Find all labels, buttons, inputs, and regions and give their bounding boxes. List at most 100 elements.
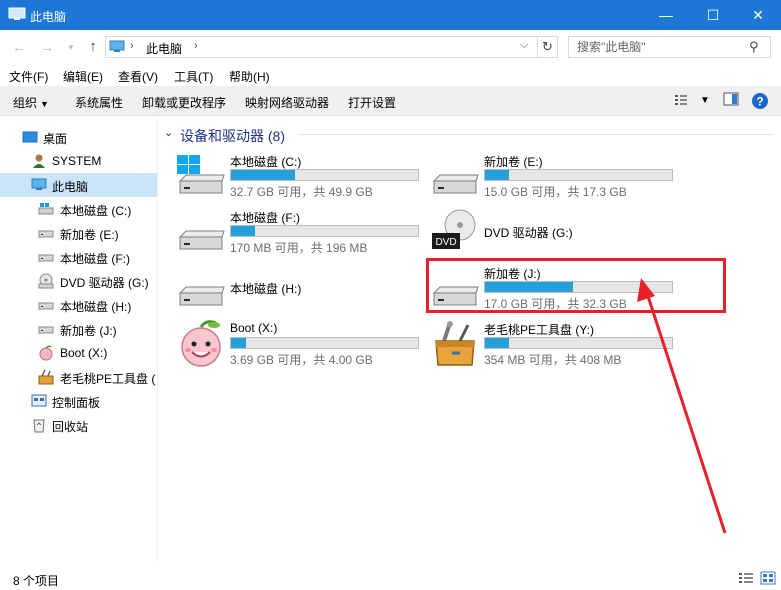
drive-tile-x[interactable]: Boot (X:) 3.69 GB 可用，共 4.00 GB	[176, 319, 426, 369]
more-options-chevron-icon[interactable]: ▼	[698, 92, 712, 110]
sidebar-item-label: 此电脑	[52, 180, 89, 194]
windows-drive-icon	[38, 203, 54, 215]
help-icon[interactable]: ?	[750, 92, 770, 110]
annotation-highlight-box	[426, 258, 726, 313]
computer-icon	[31, 178, 47, 190]
computer-icon	[8, 7, 26, 20]
menu-view[interactable]: 查看(V)	[118, 68, 158, 85]
forward-arrow-icon[interactable]: →	[38, 38, 56, 56]
up-arrow-icon[interactable]: ↑	[84, 38, 102, 56]
uninstall-button[interactable]: 卸载或更改程序	[142, 94, 226, 111]
breadcrumb-chevron-icon[interactable]: ›	[194, 40, 198, 52]
drive-name: 新加卷 (E:)	[484, 155, 543, 169]
drive-icon	[38, 302, 54, 310]
drive-name: 本地磁盘 (C:)	[230, 155, 302, 169]
sidebar-item-system[interactable]: SYSTEM	[0, 149, 157, 173]
group-title: 设备和驱动器 (8)	[180, 128, 285, 144]
drive-icon	[38, 326, 54, 334]
command-bar: 组织 ▼ 系统属性 卸载或更改程序 映射网络驱动器 打开设置 ▼ ?	[0, 86, 781, 116]
capacity-fill	[231, 170, 295, 180]
map-network-drive-button[interactable]: 映射网络驱动器	[245, 94, 329, 111]
peach-icon	[181, 320, 221, 367]
menu-tools[interactable]: 工具(T)	[174, 68, 213, 85]
drive-tile-e[interactable]: 新加卷 (E:) 15.0 GB 可用，共 17.3 GB	[430, 151, 680, 201]
preview-pane-glyph-icon	[723, 92, 739, 106]
breadcrumb[interactable]: 此电脑	[146, 40, 182, 57]
menu-file[interactable]: 文件(F)	[9, 68, 48, 85]
minimize-button[interactable]: —	[643, 0, 689, 30]
capacity-bar	[230, 225, 419, 237]
chevron-down-icon[interactable]: ⌵	[520, 39, 528, 52]
drive-tile-y[interactable]: 老毛桃PE工具盘 (Y:) 354 MB 可用，共 408 MB	[430, 319, 680, 369]
search-icon[interactable]: ⚲	[749, 39, 759, 55]
close-button[interactable]: ✕	[735, 0, 781, 30]
sidebar-item-desktop[interactable]: 桌面	[0, 125, 157, 149]
search-input[interactable]	[577, 40, 747, 54]
open-settings-button[interactable]: 打开设置	[348, 94, 396, 111]
menu-help[interactable]: 帮助(H)	[229, 68, 270, 85]
preview-pane-icon[interactable]	[722, 92, 740, 110]
recent-locations-chevron-icon[interactable]: ▾	[62, 38, 80, 56]
sidebar-item-drive-g[interactable]: DVD 驱动器 (G:)	[0, 269, 157, 293]
sidebar-item-drive-f[interactable]: 本地磁盘 (F:)	[0, 245, 157, 269]
sidebar-item-label: 新加卷 (E:)	[60, 228, 119, 242]
drive-name: 本地磁盘 (H:)	[230, 282, 302, 296]
sidebar-item-drive-j[interactable]: 新加卷 (J:)	[0, 317, 157, 341]
drive-tile-c[interactable]: 本地磁盘 (C:) 32.7 GB 可用，共 49.9 GB	[176, 151, 426, 201]
desktop-icon	[22, 131, 38, 143]
drive-name: Boot (X:)	[230, 321, 278, 335]
capacity-fill	[485, 170, 510, 180]
search-box[interactable]: ⚲	[568, 36, 771, 58]
address-bar[interactable]: › 此电脑 › ⌵	[105, 36, 538, 58]
drive-tile-h[interactable]: 本地磁盘 (H:)	[176, 263, 426, 313]
breadcrumb-chevron-icon[interactable]: ›	[130, 40, 134, 52]
refresh-button[interactable]: ↻	[538, 36, 558, 58]
help-circle-icon: ?	[752, 93, 768, 109]
sidebar-item-label: 本地磁盘 (C:)	[60, 204, 132, 218]
sidebar-item-drive-h[interactable]: 本地磁盘 (H:)	[0, 293, 157, 317]
pane-divider[interactable]	[157, 117, 158, 562]
svg-text:?: ?	[756, 95, 763, 109]
recycle-bin-icon	[33, 419, 45, 433]
sidebar-item-this-pc[interactable]: 此电脑	[0, 173, 157, 197]
change-view-icon[interactable]	[672, 92, 690, 110]
sidebar-item-control-panel[interactable]: 控制面板	[0, 389, 157, 413]
capacity-bar	[230, 169, 419, 181]
organize-button[interactable]: 组织 ▼	[13, 94, 49, 111]
status-bar: 8 个项目	[0, 566, 781, 590]
toolbox-icon	[435, 321, 475, 366]
windows-drive-icon	[177, 155, 225, 194]
sidebar-item-label: DVD 驱动器 (G:)	[60, 276, 149, 290]
details-view-button-icon[interactable]	[738, 571, 754, 585]
large-icons-view-button-icon[interactable]	[760, 571, 776, 585]
drive-tile-g[interactable]: DVD DVD 驱动器 (G:)	[430, 207, 680, 257]
system-properties-button[interactable]: 系统属性	[75, 94, 123, 111]
sidebar-item-drive-x[interactable]: Boot (X:)	[0, 341, 157, 365]
user-icon	[33, 154, 45, 168]
sidebar-item-label: Boot (X:)	[60, 346, 108, 360]
sidebar-item-label: 新加卷 (J:)	[60, 324, 117, 338]
drive-tile-f[interactable]: 本地磁盘 (F:) 170 MB 可用，共 196 MB	[176, 207, 426, 257]
sidebar-item-recycle-bin[interactable]: 回收站	[0, 413, 157, 437]
sidebar-item-drive-y[interactable]: 老毛桃PE工具盘 (	[0, 365, 157, 389]
dvd-label-icon: DVD	[435, 237, 456, 248]
drive-size: 32.7 GB 可用，共 49.9 GB	[230, 185, 373, 199]
group-header-devices[interactable]: ⌄ 设备和驱动器 (8)	[164, 125, 774, 144]
dvd-icon: DVD	[432, 209, 476, 249]
capacity-fill	[231, 338, 246, 348]
menu-bar: 文件(F) 编辑(E) 查看(V) 工具(T) 帮助(H)	[0, 64, 781, 86]
sidebar-item-drive-e[interactable]: 新加卷 (E:)	[0, 221, 157, 245]
sidebar-item-label: 本地磁盘 (F:)	[60, 252, 130, 266]
maximize-button[interactable]: ☐	[690, 0, 736, 30]
navigation-pane: 桌面 SYSTEM 此电脑 本地磁盘 (C:) 新加卷 (E:) 本地磁盘 (F…	[0, 117, 157, 562]
capacity-fill	[231, 226, 256, 236]
window-title: 此电脑	[30, 10, 67, 24]
sidebar-item-drive-c[interactable]: 本地磁盘 (C:)	[0, 197, 157, 221]
back-arrow-icon[interactable]: ←	[10, 38, 28, 56]
details-view-icon	[675, 95, 687, 105]
collapse-chevron-icon[interactable]: ⌄	[164, 126, 173, 139]
menu-edit[interactable]: 编辑(E)	[63, 68, 103, 85]
sidebar-item-label: 桌面	[43, 132, 68, 146]
chevron-down-icon: ▼	[40, 99, 49, 109]
capacity-bar	[230, 337, 419, 349]
